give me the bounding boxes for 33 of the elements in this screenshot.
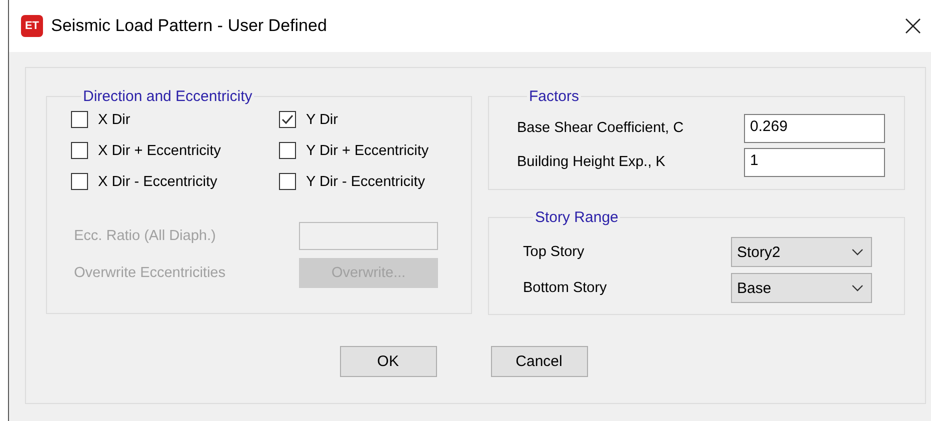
- input-field[interactable]: 1: [744, 148, 885, 176]
- group-title: Story Range: [534, 209, 620, 226]
- field-label: Overwrite Eccentricities: [74, 265, 226, 281]
- checkbox-option[interactable]: X Dir: [71, 111, 279, 128]
- dropdown[interactable]: Story2: [731, 237, 872, 267]
- checkbox[interactable]: [279, 111, 296, 128]
- checkbox[interactable]: [71, 111, 88, 128]
- dialog-button[interactable]: Cancel: [490, 346, 588, 377]
- field-label: Building Height Exp., K: [517, 154, 666, 170]
- checkbox[interactable]: [279, 142, 296, 159]
- group-title: Direction and Eccentricity: [82, 88, 254, 105]
- close-icon[interactable]: [905, 18, 921, 34]
- checkbox-option[interactable]: X Dir - Eccentricity: [71, 173, 279, 190]
- field-label: Ecc. Ratio (All Diaph.): [74, 228, 217, 244]
- checkbox-option[interactable]: X Dir + Eccentricity: [71, 142, 279, 159]
- checkbox[interactable]: [71, 142, 88, 159]
- dropdown[interactable]: Base: [731, 273, 872, 303]
- checkbox-option[interactable]: Y Dir - Eccentricity: [279, 173, 459, 190]
- window-title: Seismic Load Pattern - User Defined: [51, 16, 328, 36]
- field-label: Base Shear Coefficient, C: [517, 120, 684, 136]
- app-logo: ET: [21, 15, 43, 37]
- group-title: Factors: [528, 88, 580, 105]
- input-field[interactable]: [299, 222, 438, 250]
- input-field[interactable]: 0.269: [744, 114, 885, 142]
- field-label: Bottom Story: [523, 280, 607, 296]
- checkbox-option[interactable]: Y Dir + Eccentricity: [279, 142, 459, 159]
- checkbox[interactable]: [279, 173, 296, 190]
- dialog-button[interactable]: OK: [340, 346, 436, 377]
- checkbox-option[interactable]: Y Dir: [279, 111, 459, 128]
- checkbox[interactable]: [71, 173, 88, 190]
- chevron-icon: [852, 248, 863, 256]
- chevron-icon: [852, 284, 863, 292]
- field-label: Top Story: [523, 244, 584, 260]
